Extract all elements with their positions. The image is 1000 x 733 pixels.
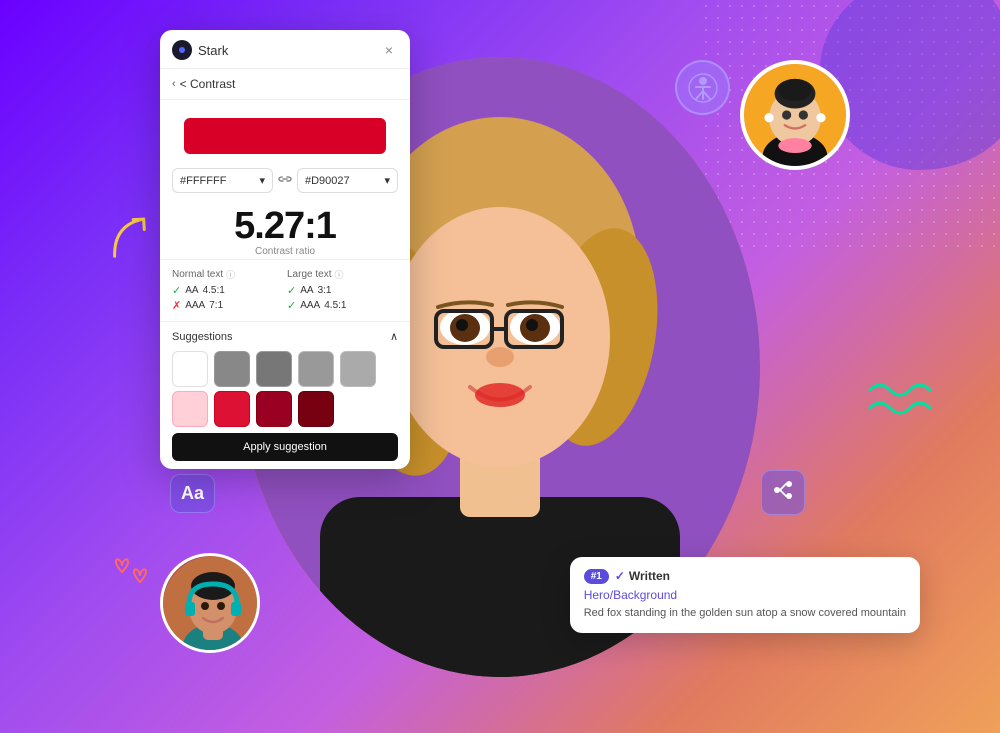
alt-description-text: Red fox standing in the golden sun atop … [584, 606, 906, 621]
stark-logo [172, 40, 192, 60]
contrast-nav-label: < Contrast [180, 77, 236, 91]
wcag-checks: Normal text ⓘ ✓ AA 4.5:1 ✗ AAA 7:1 Large… [160, 259, 410, 321]
large-text-col: Large text ⓘ ✓ AA 3:1 ✓ AAA 4.5:1 [287, 268, 398, 313]
normal-aaa-label: AAA [185, 300, 205, 311]
written-check-icon: ✓ [615, 569, 625, 583]
alt-status-label: Written [629, 569, 670, 583]
contrast-ratio-display: 5.27:1 Contrast ratio [160, 201, 410, 259]
normal-aaa-threshold: 7:1 [209, 300, 223, 311]
swatch-gray4[interactable] [340, 351, 376, 387]
normal-text-col: Normal text ⓘ ✓ AA 4.5:1 ✗ AAA 7:1 [172, 268, 283, 313]
alt-number-badge: #1 [584, 569, 609, 584]
normal-text-header: Normal text ⓘ [172, 268, 283, 281]
aa-speech-bubble: Aa [170, 474, 215, 513]
contrast-ratio-number: 5.27:1 [172, 205, 398, 248]
large-aaa-threshold: 4.5:1 [324, 300, 346, 311]
squiggle-decoration [860, 370, 940, 435]
contrast-ratio-label: Contrast ratio [172, 246, 398, 257]
back-icon: ‹ [172, 78, 176, 90]
normal-aa-threshold: 4.5:1 [203, 285, 225, 296]
large-aaa-row: ✓ AAA 4.5:1 [287, 298, 398, 313]
swatch-red1[interactable] [214, 391, 250, 427]
color-preview-bar [184, 118, 386, 154]
swatch-gray2[interactable] [256, 351, 292, 387]
apply-suggestion-button[interactable]: Apply suggestion [172, 433, 398, 461]
aa-pass-icon: ✓ [172, 284, 181, 297]
large-aa-row: ✓ AA 3:1 [287, 283, 398, 298]
swatch-red2[interactable] [256, 391, 292, 427]
swatch-pink[interactable] [172, 391, 208, 427]
suggestions-toggle-icon[interactable]: ∧ [390, 330, 398, 343]
normal-aa-row: ✓ AA 4.5:1 [172, 283, 283, 298]
link-colors-icon[interactable] [277, 171, 293, 190]
large-aaa-label: AAA [300, 300, 320, 311]
aaa-fail-icon: ✗ [172, 299, 181, 312]
stark-app-name: Stark [198, 43, 228, 58]
route-speech-bubble [761, 470, 805, 515]
aa-text: Aa [181, 483, 204, 503]
large-aa-label: AA [300, 285, 313, 296]
large-aa-threshold: 3:1 [318, 285, 332, 296]
stark-logo-area: Stark [172, 40, 228, 60]
contrast-nav[interactable]: ‹ < Contrast [160, 69, 410, 100]
swatch-gray1[interactable] [214, 351, 250, 387]
alt-status-written: ✓ Written [615, 569, 670, 583]
color-input-left[interactable]: #FFFFFF ▾ [172, 168, 273, 193]
swatch-gray3[interactable] [298, 351, 334, 387]
stark-contrast-panel: Stark × ‹ < Contrast #FFFFFF ▾ #D90027 ▾… [160, 30, 410, 469]
large-aa-pass-icon: ✓ [287, 284, 296, 297]
normal-aa-label: AA [185, 285, 198, 296]
swatch-red3[interactable] [298, 391, 334, 427]
alt-link[interactable]: Hero/Background [584, 588, 906, 602]
accessibility-icon-badge [675, 60, 730, 115]
suggestions-section: Suggestions ∧ Apply suggestion [160, 321, 410, 469]
normal-aaa-row: ✗ AAA 7:1 [172, 298, 283, 313]
large-aaa-pass-icon: ✓ [287, 299, 296, 312]
top-right-avatar [740, 60, 850, 170]
color-input-right[interactable]: #D90027 ▾ [297, 168, 398, 193]
color-inputs-row: #FFFFFF ▾ #D90027 ▾ [160, 168, 410, 201]
panel-header: Stark × [160, 30, 410, 69]
alt-text-card: #1 ✓ Written Hero/Background Red fox sta… [570, 557, 920, 633]
swatch-white[interactable] [172, 351, 208, 387]
large-text-header: Large text ⓘ [287, 268, 398, 281]
close-button[interactable]: × [380, 41, 398, 59]
suggestions-header: Suggestions ∧ [172, 330, 398, 343]
alt-badge-row: #1 ✓ Written [584, 569, 906, 584]
bottom-left-avatar [160, 553, 260, 653]
